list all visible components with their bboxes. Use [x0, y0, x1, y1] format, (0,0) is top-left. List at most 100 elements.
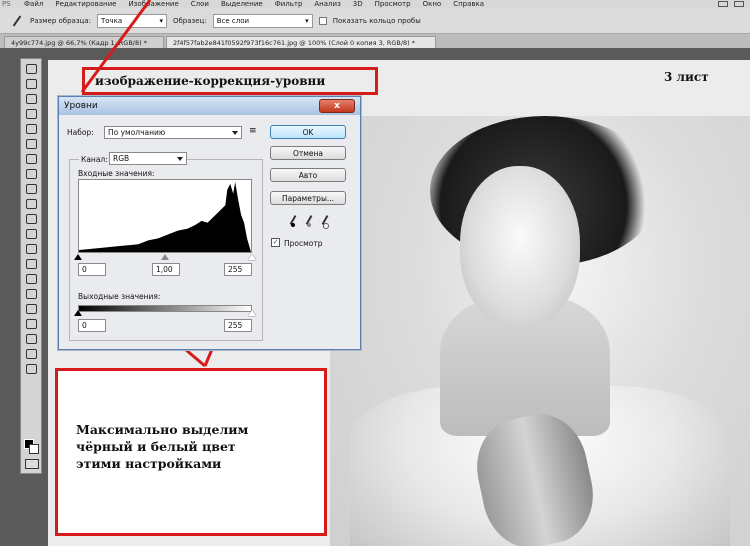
input-white-value: 255: [228, 265, 243, 274]
menu-layers[interactable]: Слои: [185, 0, 215, 8]
quick-select-tool-icon[interactable]: [24, 107, 38, 119]
output-white-value: 255: [228, 321, 243, 330]
document-tabs: 4y99c774.jpg @ 66,7% (Кадр 1, RGB/8) * 2…: [0, 34, 750, 48]
gradient-tool-icon[interactable]: [24, 227, 38, 239]
menu-select[interactable]: Выделение: [215, 0, 269, 8]
tab-document-2[interactable]: 2f4f57fab2e841f0592f973f16c761.jpg @ 100…: [166, 36, 436, 48]
options-button-label: Параметры...: [281, 193, 335, 203]
photoshop-logo-icon: PS: [2, 0, 11, 8]
healing-brush-tool-icon[interactable]: [24, 152, 38, 164]
3d-rotate-tool-icon[interactable]: [24, 332, 38, 344]
black-eyedropper-icon[interactable]: [288, 215, 298, 227]
output-white-field[interactable]: 255: [224, 319, 252, 332]
menu-window[interactable]: Окно: [417, 0, 448, 8]
show-ring-label: Показать кольцо пробы: [332, 16, 421, 25]
white-eyedropper-icon[interactable]: [320, 215, 330, 229]
chevron-down-icon: ▾: [159, 16, 163, 25]
portrait-photo: [330, 116, 750, 546]
output-levels-ramp[interactable]: [78, 305, 252, 312]
show-ring-checkbox[interactable]: [318, 16, 327, 25]
auto-button-label: Авто: [298, 170, 318, 180]
sample-value: Все слои: [216, 16, 250, 25]
title-annotation-text: изображение-коррекция-уровни: [95, 74, 326, 88]
eyedropper-tool-icon[interactable]: [10, 14, 24, 28]
preview-checkbox[interactable]: ✓: [271, 238, 280, 247]
menu-edit[interactable]: Редактирование: [49, 0, 122, 8]
output-black-field[interactable]: 0: [78, 319, 106, 332]
clone-stamp-tool-icon[interactable]: [24, 182, 38, 194]
quick-mask-icon[interactable]: [25, 459, 39, 469]
blur-tool-icon[interactable]: [24, 242, 38, 254]
input-black-point-handle[interactable]: [74, 254, 82, 260]
dodge-tool-icon[interactable]: [24, 257, 38, 269]
channel-select[interactable]: RGB: [109, 152, 187, 165]
input-gamma-value: 1,00: [156, 265, 173, 274]
zoom-tool-icon[interactable]: [24, 362, 38, 374]
type-tool-icon[interactable]: [24, 287, 38, 299]
preset-value: По умолчанию: [108, 128, 166, 137]
menu-view[interactable]: Просмотр: [369, 0, 417, 8]
ok-button[interactable]: OK: [270, 125, 346, 139]
tools-panel: [20, 58, 42, 474]
menu-filter[interactable]: Фильтр: [269, 0, 309, 8]
channel-value: RGB: [113, 154, 130, 163]
input-black-value: 0: [82, 265, 87, 274]
output-black-handle[interactable]: [74, 310, 82, 316]
auto-button[interactable]: Авто: [270, 168, 346, 182]
tab-document-1[interactable]: 4y99c774.jpg @ 66,7% (Кадр 1, RGB/8) *: [4, 36, 164, 48]
path-select-tool-icon[interactable]: [24, 302, 38, 314]
preset-menu-icon[interactable]: ≡: [249, 126, 257, 136]
workspace-icons: [718, 1, 750, 7]
input-gamma-field[interactable]: 1,00: [152, 263, 180, 276]
channel-label: Канал:: [79, 155, 110, 164]
input-white-point-handle[interactable]: [248, 254, 256, 260]
input-black-field[interactable]: 0: [78, 263, 106, 276]
chevron-down-icon: [177, 156, 183, 161]
crop-tool-icon[interactable]: [24, 122, 38, 134]
background-color-swatch[interactable]: [29, 444, 39, 454]
output-white-handle[interactable]: [248, 310, 256, 316]
menu-help[interactable]: Справка: [447, 0, 490, 8]
arrange-icon[interactable]: [734, 1, 744, 7]
sample-select[interactable]: Все слои ▾: [212, 13, 313, 28]
cancel-button[interactable]: Отмена: [270, 146, 346, 160]
pen-tool-icon[interactable]: [24, 272, 38, 284]
menu-image[interactable]: Изображение: [122, 0, 184, 8]
eraser-tool-icon[interactable]: [24, 212, 38, 224]
close-button[interactable]: x: [319, 99, 355, 113]
levels-dialog: Уровни x Набор: По умолчанию ≡ Канал: RG…: [58, 96, 361, 350]
title-annotation: изображение-коррекция-уровни: [82, 67, 378, 95]
input-levels-slider[interactable]: [74, 253, 256, 261]
brush-tool-icon[interactable]: [24, 167, 38, 179]
eyedropper-tool-icon[interactable]: [24, 137, 38, 149]
sample-size-select[interactable]: Точка ▾: [96, 13, 167, 28]
input-white-field[interactable]: 255: [224, 263, 252, 276]
preset-label: Набор:: [67, 128, 94, 137]
histogram: [78, 179, 252, 253]
note-annotation-text: Максимально выделим чёрный и белый цвет …: [76, 422, 249, 471]
marquee-tool-icon[interactable]: [24, 77, 38, 89]
preview-label: Просмотр: [284, 239, 323, 248]
input-levels-label: Входные значения:: [78, 169, 155, 178]
input-gamma-handle[interactable]: [161, 254, 169, 260]
hand-tool-icon[interactable]: [24, 347, 38, 359]
shape-tool-icon[interactable]: [24, 317, 38, 329]
move-tool-icon[interactable]: [24, 62, 38, 74]
sample-label: Образец:: [172, 16, 207, 25]
levels-title: Уровни: [64, 101, 98, 111]
options-bar: Размер образца: Точка ▾ Образец: Все слои…: [0, 8, 750, 34]
lasso-tool-icon[interactable]: [24, 92, 38, 104]
history-brush-tool-icon[interactable]: [24, 197, 38, 209]
photo-face: [460, 166, 580, 326]
sheet-label: 3 лист: [664, 70, 709, 84]
levels-titlebar[interactable]: Уровни x: [59, 97, 360, 115]
options-button[interactable]: Параметры...: [270, 191, 346, 205]
menu-analysis[interactable]: Анализ: [308, 0, 346, 8]
gray-eyedropper-icon[interactable]: [304, 215, 314, 227]
menu-file[interactable]: Файл: [18, 0, 49, 8]
menu-3d[interactable]: 3D: [347, 0, 369, 8]
chevron-down-icon: [232, 130, 238, 135]
note-annotation: Максимально выделим чёрный и белый цвет …: [55, 368, 327, 536]
preset-select[interactable]: По умолчанию: [104, 126, 242, 139]
screen-mode-icon[interactable]: [718, 1, 728, 7]
